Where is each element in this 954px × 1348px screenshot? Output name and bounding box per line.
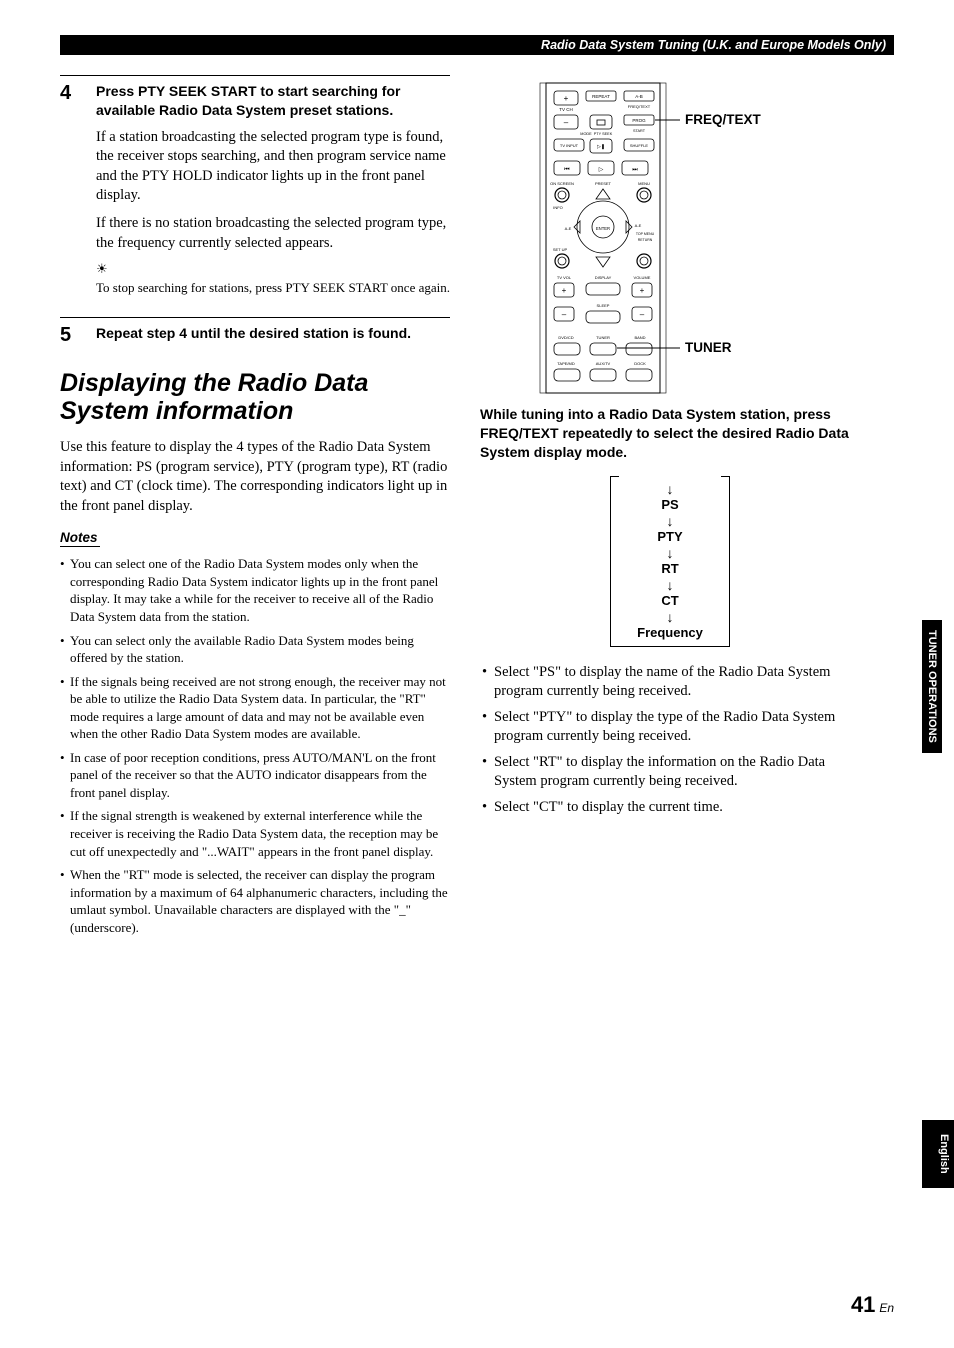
svg-text:SET UP: SET UP bbox=[553, 247, 568, 252]
svg-text:+: + bbox=[640, 286, 645, 295]
svg-text:RETURN: RETURN bbox=[638, 238, 653, 242]
svg-text:+: + bbox=[564, 94, 569, 103]
action-item: Select "PS" to display the name of the R… bbox=[480, 663, 870, 702]
svg-text:TAPE/MD: TAPE/MD bbox=[557, 361, 575, 366]
svg-text:MENU: MENU bbox=[638, 181, 650, 186]
svg-text:VOLUME: VOLUME bbox=[634, 275, 651, 280]
section-intro: Use this feature to display the 4 types … bbox=[60, 438, 450, 516]
page-header: Radio Data System Tuning (U.K. and Europ… bbox=[60, 35, 894, 55]
svg-text:A-E: A-E bbox=[565, 226, 572, 231]
svg-text:TOP MENU: TOP MENU bbox=[636, 232, 655, 236]
step-paragraph: If a station broadcasting the selected p… bbox=[96, 128, 450, 206]
svg-text:PROG: PROG bbox=[632, 118, 646, 123]
step-paragraph: If there is no station broadcasting the … bbox=[96, 214, 450, 253]
ab-label: A-B bbox=[635, 94, 643, 99]
mode-ct: CT bbox=[611, 592, 729, 610]
left-column: 4 Press PTY SEEK START to start searchin… bbox=[60, 75, 450, 942]
step-4: 4 Press PTY SEEK START to start searchin… bbox=[60, 75, 450, 305]
svg-text:AUX/TV: AUX/TV bbox=[596, 361, 611, 366]
note-item: If the signal strength is weakened by ex… bbox=[60, 807, 450, 860]
tab-tuner-operations: TUNER OPERATIONS bbox=[922, 620, 942, 753]
svg-text:–: – bbox=[640, 310, 645, 319]
svg-text:+: + bbox=[562, 286, 567, 295]
page-number-lang: En bbox=[879, 1301, 894, 1315]
svg-text:DVD/CD: DVD/CD bbox=[558, 335, 573, 340]
side-tabs: TUNER OPERATIONS English bbox=[922, 620, 954, 763]
notes-label: Notes bbox=[60, 530, 100, 547]
notes-list: You can select one of the Radio Data Sys… bbox=[60, 555, 450, 936]
svg-text:INFO: INFO bbox=[553, 205, 563, 210]
arrow-down-icon: ↓ bbox=[611, 610, 729, 624]
svg-text:PRESET: PRESET bbox=[595, 181, 612, 186]
mode-ps: PS bbox=[611, 496, 729, 514]
svg-text:TV VOL: TV VOL bbox=[557, 275, 572, 280]
right-column: + REPEAT A-B TV CH FREQ/TEXT – PROG MODE… bbox=[480, 75, 870, 942]
mode-chain: ↓ PS ↓ PTY ↓ RT ↓ CT ↓ Frequency bbox=[610, 476, 730, 647]
step-title: Repeat step 4 until the desired station … bbox=[96, 324, 450, 343]
action-item: Select "PTY" to display the type of the … bbox=[480, 708, 870, 747]
section-heading: Displaying the Radio Data System informa… bbox=[60, 369, 450, 427]
note-item: If the signals being received are not st… bbox=[60, 673, 450, 743]
actions-list: Select "PS" to display the name of the R… bbox=[480, 663, 870, 818]
svg-text:TV CH: TV CH bbox=[559, 107, 573, 112]
svg-text:–: – bbox=[562, 310, 567, 319]
svg-text:DISPLAY: DISPLAY bbox=[595, 275, 612, 280]
repeat-label: REPEAT bbox=[592, 94, 610, 99]
svg-text:⏭: ⏭ bbox=[632, 167, 638, 173]
svg-text:MODE: MODE bbox=[580, 132, 592, 136]
mode-frequency: Frequency bbox=[611, 624, 729, 642]
action-item: Select "CT" to display the current time. bbox=[480, 798, 870, 818]
svg-text:START: START bbox=[633, 129, 646, 133]
svg-text:BAND: BAND bbox=[634, 335, 645, 340]
svg-text:PTY SEEK: PTY SEEK bbox=[594, 132, 613, 136]
tip-icon: ☀ bbox=[96, 261, 108, 277]
note-item: You can select only the available Radio … bbox=[60, 632, 450, 667]
arrow-down-icon: ↓ bbox=[611, 514, 729, 528]
callout-tuner: TUNER bbox=[685, 340, 732, 355]
remote-diagram: + REPEAT A-B TV CH FREQ/TEXT – PROG MODE… bbox=[480, 75, 870, 405]
svg-text:SLEEP: SLEEP bbox=[597, 303, 610, 308]
svg-text:ON SCREEN: ON SCREEN bbox=[550, 181, 574, 186]
note-item: When the "RT" mode is selected, the rece… bbox=[60, 866, 450, 936]
arrow-down-icon: ↓ bbox=[611, 546, 729, 560]
action-item: Select "RT" to display the information o… bbox=[480, 753, 870, 792]
page-number: 41 En bbox=[851, 1292, 894, 1318]
tab-english: English bbox=[922, 1120, 954, 1188]
svg-text:ENTER: ENTER bbox=[596, 226, 610, 231]
step-number: 5 bbox=[60, 324, 84, 351]
svg-text:TUNER: TUNER bbox=[596, 335, 610, 340]
svg-text:DOCK: DOCK bbox=[634, 361, 646, 366]
arrow-down-icon: ↓ bbox=[611, 482, 729, 496]
svg-text:FREQ/TEXT: FREQ/TEXT bbox=[628, 104, 651, 109]
note-item: You can select one of the Radio Data Sys… bbox=[60, 555, 450, 625]
svg-text:▷: ▷ bbox=[599, 167, 604, 173]
tip-text: To stop searching for stations, press PT… bbox=[96, 279, 450, 297]
svg-text:–: – bbox=[564, 118, 569, 127]
svg-text:⏮: ⏮ bbox=[564, 167, 570, 173]
svg-text:▷❚: ▷❚ bbox=[597, 144, 605, 150]
step-title: Press PTY SEEK START to start searching … bbox=[96, 82, 450, 120]
page-number-value: 41 bbox=[851, 1292, 875, 1317]
svg-text:TV INPUT: TV INPUT bbox=[560, 143, 579, 148]
step-number: 4 bbox=[60, 82, 84, 305]
freqtext-instruction: While tuning into a Radio Data System st… bbox=[480, 405, 870, 462]
note-item: In case of poor reception conditions, pr… bbox=[60, 749, 450, 802]
mode-rt: RT bbox=[611, 560, 729, 578]
arrow-down-icon: ↓ bbox=[611, 578, 729, 592]
svg-text:A-E: A-E bbox=[635, 223, 642, 228]
callout-freqtext: FREQ/TEXT bbox=[685, 112, 761, 127]
svg-text:SHUFFLE: SHUFFLE bbox=[630, 143, 649, 148]
mode-pty: PTY bbox=[611, 528, 729, 546]
step-5: 5 Repeat step 4 until the desired statio… bbox=[60, 317, 450, 351]
